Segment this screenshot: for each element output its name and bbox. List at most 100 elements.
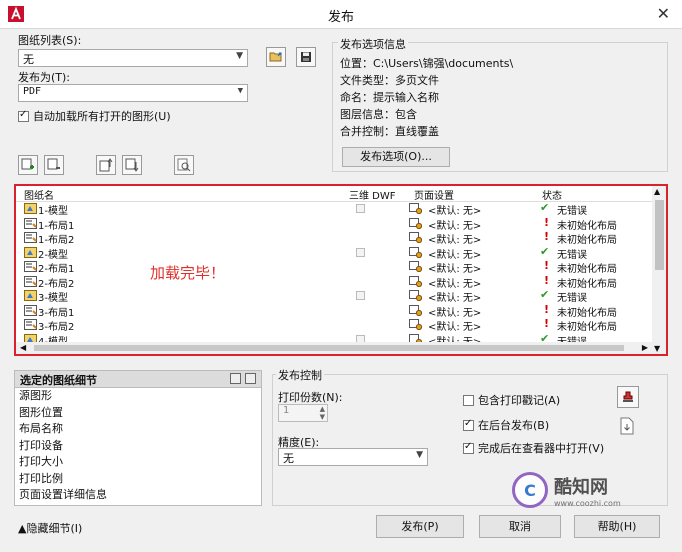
help-button[interactable]: 帮助(H) bbox=[574, 515, 660, 538]
save-sheet-list-button[interactable] bbox=[296, 47, 316, 67]
vertical-scrollbar[interactable]: ▲ ▼ bbox=[652, 186, 666, 354]
sheet-name: 2-模型 bbox=[38, 249, 68, 261]
move-sheet-down-button[interactable] bbox=[122, 155, 142, 175]
dwf3d-checkbox[interactable] bbox=[356, 204, 365, 213]
warning-icon: ! bbox=[544, 273, 550, 287]
table-row[interactable]: 2-布局2 <默认: 无>! 未初始化布局 bbox=[16, 273, 652, 290]
status-text: 未初始化布局 bbox=[557, 264, 617, 275]
open-viewer-checkbox[interactable]: 完成后在查看器中打开(V) bbox=[463, 440, 604, 456]
table-row[interactable]: 3-布局2 <默认: 无>! 未初始化布局 bbox=[16, 317, 652, 333]
table-row[interactable]: 1-布局1 <默认: 无>! 未初始化布局 bbox=[16, 215, 652, 232]
remove-sheets-button[interactable] bbox=[44, 155, 64, 175]
stamp-settings-button[interactable] bbox=[617, 386, 639, 408]
preview-icon bbox=[177, 158, 191, 172]
check-icon: ✔ bbox=[540, 244, 550, 258]
sheet-name: 1-布局2 bbox=[38, 235, 75, 246]
selected-sheet-details: 选定的图纸细节 源图形 图形位置 布局名称 打印设备 打印大小 打印比例 页面设置详细信息 bbox=[14, 370, 262, 506]
copies-input[interactable]: 1 ▲ ▼ bbox=[278, 404, 328, 422]
sheet-name: 1-模型 bbox=[38, 206, 68, 217]
scroll-up-icon[interactable]: ▲ bbox=[654, 187, 660, 196]
publish-file-type: 文件类型：多页文件 bbox=[340, 74, 439, 87]
page-setup-icon bbox=[409, 261, 423, 273]
status-text: 无错误 bbox=[557, 293, 587, 304]
include-stamp-check[interactable] bbox=[463, 394, 474, 406]
page-setup-value[interactable]: <默认: 无> bbox=[428, 318, 481, 333]
publish-to-select[interactable]: PDF ▼ bbox=[18, 84, 248, 102]
auto-load-checkbox[interactable]: 自动加载所有打开的图形(U) bbox=[18, 108, 171, 124]
table-row[interactable]: 3-模型 <默认: 无> ✔ 无错误 bbox=[16, 288, 652, 304]
open-viewer-check[interactable] bbox=[463, 441, 474, 454]
sheet-list-select[interactable]: 无 ▼ bbox=[18, 49, 248, 67]
h-scroll-thumb[interactable] bbox=[34, 345, 624, 351]
publish-options-button[interactable]: 发布选项(O)... bbox=[342, 147, 450, 167]
col-sheet-name[interactable]: 图纸名 bbox=[24, 187, 54, 202]
table-row[interactable]: 1-布局2 <默认: 无>! 未初始化布局 bbox=[16, 230, 652, 246]
page-setup-value[interactable]: <默认: 无> bbox=[428, 304, 481, 319]
layout-icon bbox=[24, 261, 37, 272]
dwf3d-checkbox[interactable] bbox=[356, 291, 365, 300]
details-view-icon[interactable] bbox=[230, 373, 241, 384]
publish-to-label: 发布为(T): bbox=[18, 71, 71, 84]
scroll-thumb[interactable] bbox=[655, 200, 664, 270]
publish-control-heading: 发布控制 bbox=[276, 367, 324, 383]
page-setup-icon bbox=[409, 203, 423, 215]
include-stamp-label: 包含打印戳记(A) bbox=[478, 394, 561, 407]
page-setup-value[interactable]: <默认: 无> bbox=[428, 202, 481, 217]
publish-button[interactable]: 发布(P) bbox=[376, 515, 464, 538]
close-icon[interactable]: ✕ bbox=[657, 4, 670, 23]
page-setup-value[interactable]: <默认: 无> bbox=[428, 217, 481, 232]
layout-icon bbox=[24, 304, 37, 316]
chevron-down-icon: ▼ bbox=[416, 450, 423, 460]
cancel-button[interactable]: 取消 bbox=[479, 515, 561, 538]
dwf3d-checkbox[interactable] bbox=[356, 247, 365, 257]
table-row[interactable]: 1-模型 <默认: 无> ✔ 无错误 bbox=[16, 201, 652, 217]
preview-button[interactable] bbox=[174, 155, 194, 175]
auto-load-check[interactable] bbox=[18, 109, 29, 122]
table-row[interactable]: 2-模型 <默认: 无> ✔ 无错误 bbox=[16, 244, 652, 261]
page-setup-value[interactable]: <默认: 无> bbox=[428, 231, 481, 246]
spin-arrows-icon[interactable]: ▲ ▼ bbox=[320, 405, 325, 421]
remove-sheet-icon bbox=[47, 158, 60, 170]
col-3d-dwf[interactable]: 三维 DWF bbox=[349, 187, 396, 202]
publish-log-icon[interactable] bbox=[619, 417, 635, 438]
sheet-table[interactable]: 图纸名 三维 DWF 页面设置 状态 1-模型 <默认: 无> ✔ 无错误 1-布局1 <… bbox=[14, 184, 668, 356]
load-complete-text: 加载完毕！ bbox=[150, 264, 226, 282]
publish-location: 位置：C:\Users\锦强\documents\ bbox=[340, 57, 514, 70]
add-sheets-button[interactable] bbox=[18, 155, 38, 175]
page-setup-value[interactable]: <默认: 无> bbox=[428, 275, 481, 290]
precision-select[interactable]: 无 ▼ bbox=[278, 448, 428, 466]
scroll-right-icon[interactable]: ▶ bbox=[642, 343, 648, 352]
check-icon: ✔ bbox=[540, 288, 550, 301]
page-setup-value[interactable]: <默认: 无> bbox=[428, 260, 481, 275]
page-setup-value[interactable]: <默认: 无> bbox=[428, 289, 481, 304]
warning-icon: ! bbox=[544, 215, 550, 229]
watermark-brand: 酷知网 bbox=[554, 476, 608, 498]
model-icon bbox=[24, 290, 37, 301]
hide-details-toggle[interactable]: ▲隐藏细节(I) bbox=[18, 520, 82, 536]
load-sheet-list-button[interactable] bbox=[266, 47, 286, 67]
page-setup-icon bbox=[409, 290, 423, 302]
table-row[interactable]: 3-布局1 <默认: 无>! 未初始化布局 bbox=[16, 303, 652, 319]
copy-details-icon[interactable] bbox=[245, 373, 256, 384]
status-text: 无错误 bbox=[557, 206, 587, 217]
background-publish-check[interactable] bbox=[463, 418, 474, 431]
sheet-name: 2-布局2 bbox=[38, 278, 75, 290]
include-stamp-checkbox[interactable]: 包含打印戳记(A) bbox=[463, 392, 560, 408]
background-publish-checkbox[interactable]: 在后台发布(B) bbox=[463, 417, 549, 433]
auto-load-label: 自动加载所有打开的图形(U) bbox=[33, 110, 171, 123]
details-heading: 选定的图纸细节 bbox=[20, 374, 97, 387]
check-icon: ✔ bbox=[540, 201, 550, 214]
move-sheet-up-button[interactable] bbox=[96, 155, 116, 175]
page-setup-value[interactable]: <默认: 无> bbox=[428, 246, 481, 261]
publish-merge-control: 合并控制：直线覆盖 bbox=[340, 125, 439, 138]
scroll-down-icon[interactable]: ▼ bbox=[654, 344, 660, 353]
col-page-setup[interactable]: 页面设置 bbox=[414, 187, 454, 202]
detail-item: 图形位置 bbox=[19, 405, 63, 419]
table-row[interactable]: 2-布局1 <默认: 无>! 未初始化布局 bbox=[16, 259, 652, 275]
page-setup-icon bbox=[409, 275, 423, 287]
horizontal-scrollbar[interactable]: ◀ ▶ bbox=[16, 342, 652, 354]
page-setup-icon bbox=[409, 319, 423, 331]
sheet-name: 3-布局1 bbox=[38, 307, 75, 319]
scroll-left-icon[interactable]: ◀ bbox=[20, 343, 26, 352]
col-status[interactable]: 状态 bbox=[542, 187, 562, 202]
